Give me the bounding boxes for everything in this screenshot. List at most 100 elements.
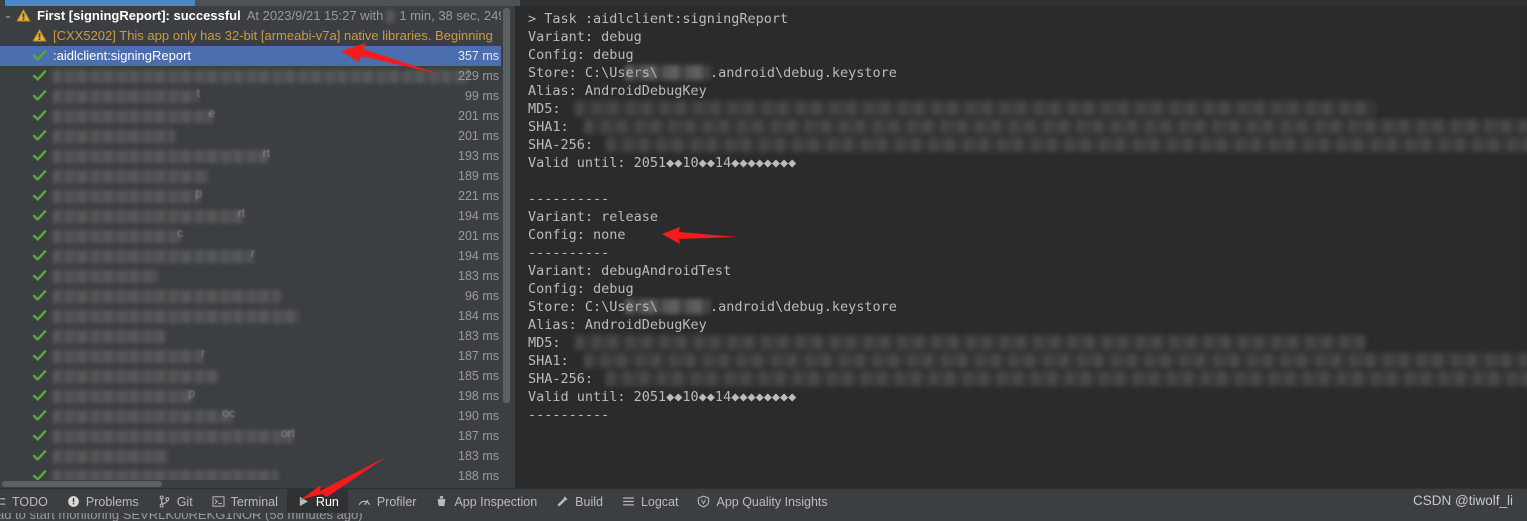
status-line-clipped: ad to start monitoring SEVRLK00REKG1NOR … (0, 513, 1527, 521)
tool-window-bar: TODO Problems Git Terminal Run Profiler App In… (0, 488, 1527, 514)
console-line: Variant: debug (528, 28, 1527, 46)
tool-window-label: Build (575, 494, 603, 509)
tool-window-label: Terminal (230, 494, 278, 509)
task-duration: 198 ms (458, 389, 499, 403)
task-label-redacted: oc (53, 406, 235, 426)
tool-window-label: App Quality Insights (716, 494, 828, 509)
table-row[interactable]: 201 ms (0, 126, 511, 146)
check-icon (32, 328, 48, 344)
task-label-redacted (53, 166, 208, 186)
console-line: Alias: AndroidDebugKey (528, 316, 1527, 334)
task-label-redacted: p (53, 386, 195, 406)
console-line: ---------- (528, 244, 1527, 262)
tool-window-tab-problems[interactable]: Problems (57, 489, 148, 514)
console-line-text: Config: debug (528, 281, 634, 297)
task-duration: 99 ms (464, 89, 499, 103)
watermark-text: CSDN @tiwolf_li (1413, 493, 1513, 508)
task-duration: 185 ms (458, 369, 499, 383)
table-row[interactable]: oc 190 ms (0, 406, 511, 426)
tool-window-tab-app-inspection[interactable]: App Inspection (425, 489, 546, 514)
build-warning-row[interactable]: [CXX5202] This app only has 32-bit [arme… (0, 26, 511, 46)
build-warning-text: [CXX5202] This app only has 32-bit [arme… (53, 28, 493, 43)
task-duration: 183 ms (458, 449, 499, 463)
task-label: :aidlclient:signingReport (53, 48, 192, 63)
redacted-block (625, 65, 710, 80)
tool-window-tab-profiler[interactable]: Profiler (348, 489, 426, 514)
tool-window-tab-terminal[interactable]: Terminal (202, 489, 287, 514)
table-row[interactable]: p 221 ms (0, 186, 511, 206)
table-row[interactable]: r 194 ms (0, 246, 511, 266)
task-label-redacted (53, 126, 175, 146)
tool-window-tab-run[interactable]: Run (286, 489, 348, 514)
tool-window-tab-todo[interactable]: TODO (0, 489, 57, 514)
task-duration: 194 ms (458, 249, 499, 263)
task-label-redacted (53, 266, 158, 286)
task-duration: 357 ms (458, 49, 499, 63)
tree-vertical-scrollbar[interactable] (501, 6, 511, 488)
console-line-text: Valid until: 2051◆◆10◆◆14◆◆◆◆◆◆◆◆ (528, 389, 797, 405)
table-row[interactable]: rt 193 ms (0, 146, 511, 166)
table-row[interactable]: 183 ms (0, 446, 511, 466)
check-icon (32, 308, 48, 324)
console-line-text: Variant: debug (528, 29, 642, 45)
tool-window-tab-app-quality-insights[interactable]: App Quality Insights (687, 489, 836, 514)
task-duration: 189 ms (458, 169, 499, 183)
console-line: SHA1: (528, 118, 1527, 136)
task-duration: 96 ms (464, 289, 499, 303)
table-row[interactable]: rt 194 ms (0, 206, 511, 226)
tool-window-tab-logcat[interactable]: Logcat (612, 489, 688, 514)
console-line-text: Variant: release (528, 209, 659, 225)
redacted-block (584, 119, 1527, 134)
logcat-icon (621, 494, 636, 509)
table-row[interactable]: 96 ms (0, 286, 511, 306)
console-line: SHA1: (528, 352, 1527, 370)
console-line: MD5: (528, 334, 1527, 352)
table-row[interactable]: r 187 ms (0, 346, 511, 366)
inspection-icon (434, 494, 449, 509)
console-line-text: Alias: AndroidDebugKey (528, 317, 707, 333)
task-duration: 193 ms (458, 149, 499, 163)
tree-horizontal-scrollbar[interactable] (0, 480, 501, 488)
table-row[interactable]: 189 ms (0, 166, 511, 186)
build-summary-row[interactable]: ⌄ First [signingReport]: successful At 202… (0, 6, 511, 26)
table-row[interactable]: 183 ms (0, 326, 511, 346)
task-duration: 194 ms (458, 209, 499, 223)
console-line: Store: C:\Users\ .android\debug.keystore (528, 298, 1527, 316)
chevron-down-icon[interactable]: ⌄ (0, 6, 16, 26)
table-row[interactable]: 183 ms (0, 266, 511, 286)
table-row[interactable]: 185 ms (0, 366, 511, 386)
console-line-text: SHA1: (528, 119, 577, 135)
table-row[interactable]: ort 187 ms (0, 426, 511, 446)
table-row[interactable]: e 201 ms (0, 106, 511, 126)
task-label-redacted: rt (53, 206, 245, 226)
console-line: Variant: debugAndroidTest (528, 262, 1527, 280)
task-label-redacted: t (53, 66, 470, 86)
check-icon (32, 268, 48, 284)
table-row[interactable]: t 99 ms (0, 86, 511, 106)
check-icon (32, 128, 48, 144)
tree-vscroll-thumb[interactable] (503, 8, 510, 403)
table-row[interactable]: 184 ms (0, 306, 511, 326)
console-line: > Task :aidlclient:signingReport (528, 10, 1527, 28)
task-label-redacted: e (53, 106, 215, 126)
console-line: MD5: (528, 100, 1527, 118)
check-icon (32, 248, 48, 264)
build-task-tree-pane[interactable]: ⌄ First [signingReport]: successful At 202… (0, 6, 511, 488)
table-row[interactable]: c 201 ms (0, 226, 511, 246)
table-row[interactable]: t 229 ms (0, 66, 511, 86)
task-label-redacted (53, 366, 218, 386)
task-duration: 184 ms (458, 309, 499, 323)
console-line-text: MD5: (528, 101, 569, 117)
check-icon (32, 348, 48, 364)
table-row[interactable]: p 198 ms (0, 386, 511, 406)
console-line: Store: C:\Users\ .android\debug.keystore (528, 64, 1527, 82)
tree-hscroll-thumb[interactable] (2, 481, 162, 487)
tool-window-tab-git[interactable]: Git (148, 489, 202, 514)
tool-window-label: Profiler (376, 494, 417, 509)
build-output-console-pane[interactable]: > Task :aidlclient:signingReport Variant:… (515, 6, 1527, 488)
console-line-text: Variant: debugAndroidTest (528, 263, 732, 279)
tree-row-selected-task[interactable]: :aidlclient:signingReport 357 ms (0, 46, 511, 66)
console-line: ---------- (528, 190, 1527, 208)
tool-window-tab-build[interactable]: Build (546, 489, 612, 514)
